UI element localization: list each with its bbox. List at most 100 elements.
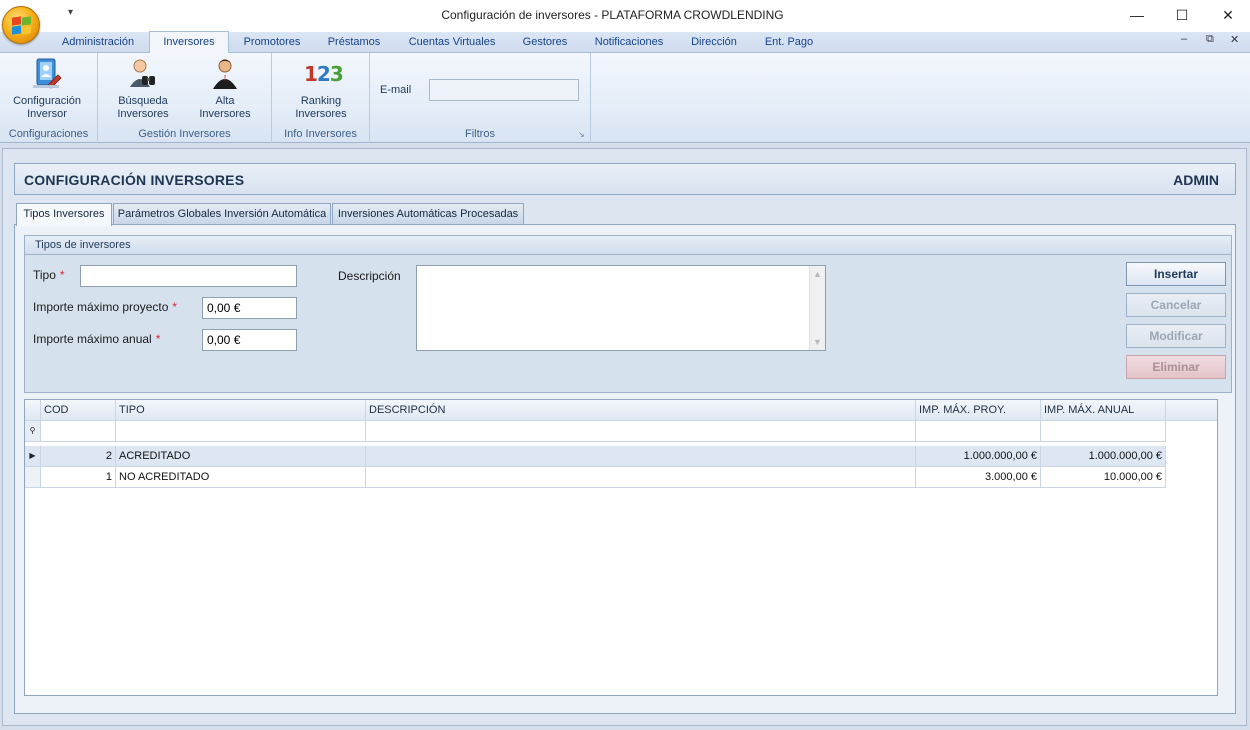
table-row-cell-imp-anual[interactable]: 10.000,00 € [1041, 467, 1166, 488]
alta-inversores-button[interactable]: Alta Inversores [192, 57, 258, 121]
ranking-123-icon: 123 [304, 57, 344, 91]
windows-logo-icon [12, 16, 32, 35]
busqueda-label-2: Inversores [117, 108, 169, 120]
ranking-digit-1: 1 [304, 62, 318, 86]
insertar-button[interactable]: Insertar [1126, 262, 1226, 286]
configuracion-inversor-label-1: Configuración [13, 95, 81, 107]
importe-anual-label: Importe máximo anual * [33, 332, 160, 346]
tab-gestores[interactable]: Gestores [512, 32, 578, 53]
tab-direccion[interactable]: Dirección [682, 32, 746, 53]
table-row-cell-imp-proy[interactable]: 3.000,00 € [916, 467, 1041, 488]
table-row-cell-imp-anual[interactable]: 1.000.000,00 € [1041, 446, 1166, 467]
ranking-label-2: Inversores [295, 108, 347, 120]
group-label-info-inversores: Info Inversores [284, 128, 357, 140]
close-button[interactable]: ✕ [1213, 4, 1243, 26]
required-mark: * [155, 332, 161, 346]
email-filter-label: E-mail [380, 84, 412, 96]
column-header-tipo[interactable]: TIPO [116, 400, 366, 421]
table-row-cell-tipo[interactable]: ACREDITADO [116, 446, 366, 467]
tab-notificaciones[interactable]: Notificaciones [586, 32, 672, 53]
tab-administracion[interactable]: Administración [52, 32, 144, 53]
ribbon-group-gestion-inversores: Búsqueda Inversores Alta Inversores Gest… [98, 53, 272, 143]
required-mark: * [172, 300, 178, 314]
table-row-cell-cod[interactable]: 1 [41, 467, 116, 488]
column-header-descripcion[interactable]: DESCRIPCIÓN [366, 400, 916, 421]
filter-cell-imp-proy[interactable] [916, 421, 1041, 442]
filter-cell-cod[interactable] [41, 421, 116, 442]
maximize-button[interactable]: ☐ [1167, 4, 1197, 26]
mdi-minimize-button[interactable]: – [1181, 33, 1187, 45]
page-header: CONFIGURACIÓN INVERSORES ADMIN [14, 163, 1236, 195]
tipo-label: Tipo * [33, 268, 65, 282]
filter-cell-descripcion[interactable] [366, 421, 916, 442]
tab-inversores[interactable]: Inversores [149, 31, 229, 53]
descripcion-scrollbar[interactable]: ▲ ▼ [809, 266, 825, 350]
groupbox-header: Tipos de inversores [25, 236, 1231, 255]
tab-tipos-inversores[interactable]: Tipos Inversores [16, 203, 112, 226]
scroll-up-icon[interactable]: ▲ [813, 269, 822, 279]
alta-label-1: Alta [215, 95, 235, 107]
column-header-cod[interactable]: COD [41, 400, 116, 421]
user-label: ADMIN [1173, 172, 1219, 188]
column-header-imp-max-anual[interactable]: IMP. MÁX. ANUAL [1041, 400, 1166, 421]
scroll-down-icon[interactable]: ▼ [813, 337, 822, 347]
filter-cell-tipo[interactable] [116, 421, 366, 442]
modificar-button[interactable]: Modificar [1126, 324, 1226, 348]
table-row-cell-imp-proy[interactable]: 1.000.000,00 € [916, 446, 1041, 467]
ribbon-tab-strip: Administración Inversores Promotores Pré… [0, 31, 1250, 53]
table-row-cell-descripcion[interactable] [366, 446, 916, 467]
email-filter-input[interactable] [429, 79, 579, 101]
filter-cell-imp-anual[interactable] [1041, 421, 1166, 442]
busqueda-label-1: Búsqueda [118, 95, 168, 107]
tab-ent-pago[interactable]: Ent. Pago [756, 32, 822, 53]
alta-label-2: Inversores [199, 108, 251, 120]
window-title: Configuración de inversores - PLATAFORMA… [441, 8, 784, 22]
importe-proyecto-input[interactable] [202, 297, 297, 319]
tab-parametros-globales[interactable]: Parámetros Globales Inversión Automática [113, 203, 331, 225]
mdi-close-button[interactable]: ✕ [1230, 33, 1239, 46]
ranking-digit-3: 3 [329, 62, 344, 86]
table-row-cell-tipo[interactable]: NO ACREDITADO [116, 467, 366, 488]
groupbox-title: Tipos de inversores [35, 239, 131, 251]
tipo-label-text: Tipo [33, 268, 56, 282]
title-bar: ▾ Configuración de inversores - PLATAFOR… [0, 0, 1250, 32]
row-indicator-cell[interactable] [25, 467, 41, 488]
importe-anual-input[interactable] [202, 329, 297, 351]
eliminar-button[interactable]: Eliminar [1126, 355, 1226, 379]
group-label-filtros: Filtros [465, 128, 495, 140]
busqueda-inversores-button[interactable]: Búsqueda Inversores [110, 57, 176, 121]
importe-anual-label-text: Importe máximo anual [33, 332, 152, 346]
page-title: CONFIGURACIÓN INVERSORES [24, 172, 245, 188]
ribbon-group-info-inversores: 123 Ranking Inversores Info Inversores [272, 53, 370, 143]
table-row-cell-descripcion[interactable] [366, 467, 916, 488]
config-investor-icon [33, 58, 62, 89]
descripcion-label: Descripción [338, 269, 401, 283]
tipos-inversores-grid: COD TIPO DESCRIPCIÓN IMP. MÁX. PROY. IMP… [24, 399, 1218, 696]
cancelar-button[interactable]: Cancelar [1126, 293, 1226, 317]
table-row-cell-cod[interactable]: 2 [41, 446, 116, 467]
tab-inversiones-procesadas[interactable]: Inversiones Automáticas Procesadas [332, 203, 524, 225]
application-menu-button[interactable] [2, 6, 40, 44]
tab-cuentas-virtuales[interactable]: Cuentas Virtuales [398, 32, 506, 53]
configuracion-inversor-button[interactable]: Configuración Inversor [6, 57, 88, 121]
importe-proyecto-label: Importe máximo proyecto * [33, 300, 177, 314]
add-investor-icon [213, 59, 237, 89]
ranking-inversores-button[interactable]: 123 Ranking Inversores [286, 57, 356, 121]
tab-promotores[interactable]: Promotores [233, 32, 311, 53]
ranking-digit-2: 2 [316, 62, 331, 86]
mdi-restore-button[interactable]: ⧉ [1206, 33, 1214, 46]
configuracion-inversor-label-2: Inversor [27, 108, 67, 120]
row-indicator-icon[interactable]: ▶ [25, 446, 41, 467]
filtros-dialog-launcher-icon[interactable]: ↘ [578, 130, 585, 139]
required-mark: * [59, 268, 65, 282]
group-label-configuraciones: Configuraciones [8, 128, 89, 140]
tipo-input[interactable] [80, 265, 297, 287]
ranking-label-1: Ranking [300, 95, 342, 107]
grid-corner-cell [25, 400, 41, 421]
ribbon: Configuración Inversor Configuraciones B… [0, 53, 1250, 143]
tab-prestamos[interactable]: Préstamos [318, 32, 390, 53]
descripcion-textarea[interactable]: ▲ ▼ [416, 265, 826, 351]
minimize-button[interactable]: — [1122, 4, 1152, 26]
ribbon-group-configuraciones: Configuración Inversor Configuraciones [0, 53, 98, 143]
column-header-imp-max-proy[interactable]: IMP. MÁX. PROY. [916, 400, 1041, 421]
